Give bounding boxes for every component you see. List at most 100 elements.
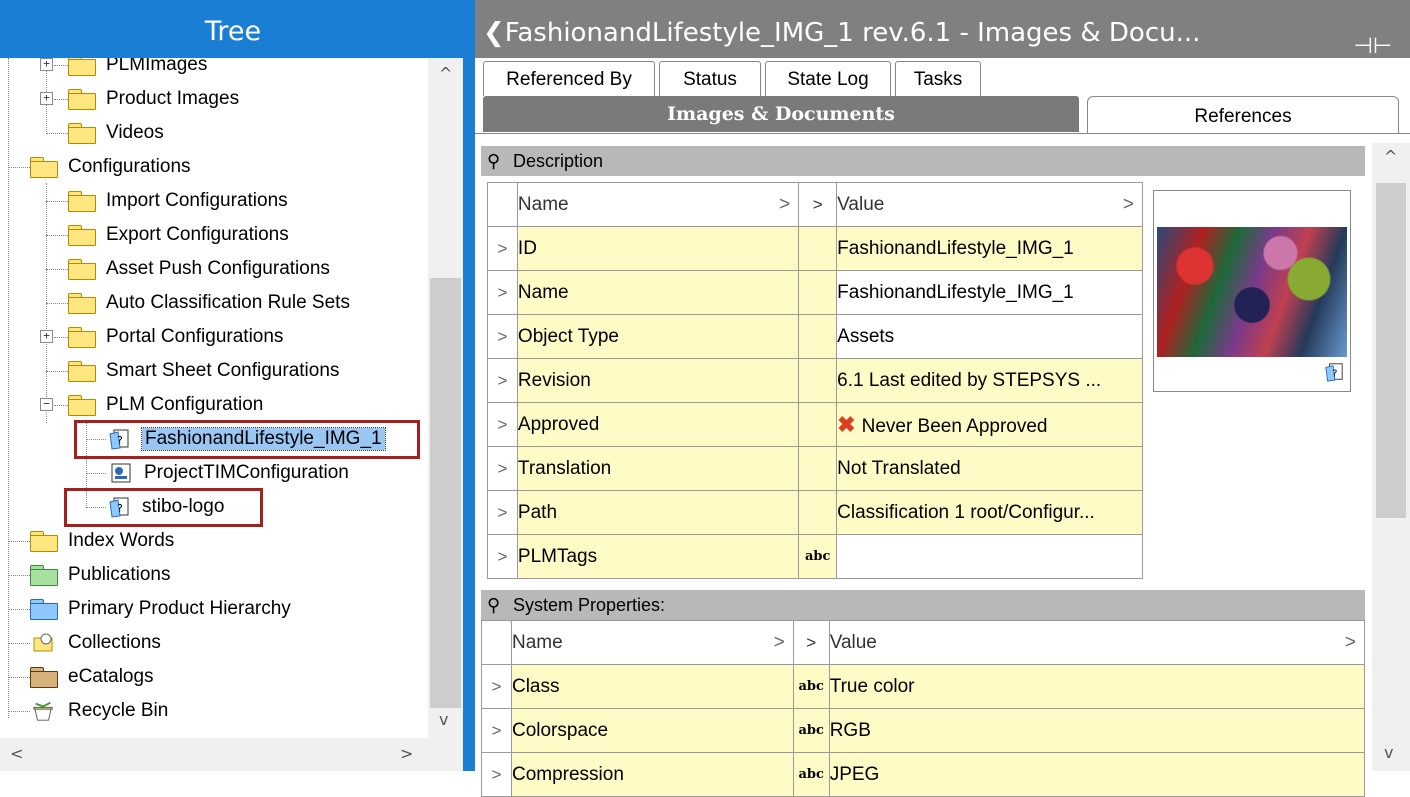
configuration-document-icon [111,463,131,483]
tab-referenced-by[interactable]: Referenced By [483,61,655,96]
property-value[interactable]: 6.1 Last edited by STEPSYS ... [836,358,1143,403]
panel-splitter[interactable] [463,0,475,771]
scroll-down-icon[interactable]: v [439,710,448,729]
tree-item-plmimages[interactable]: + PLMImages [0,58,428,82]
tree-vertical-scrollbar[interactable]: ^ v [428,58,463,738]
property-value[interactable]: Assets [836,314,1143,359]
folder-icon [68,191,96,212]
description-section-header[interactable]: ⚲ Description [481,146,1365,176]
tab-images-documents[interactable]: Images & Documents [483,96,1079,132]
scroll-down-icon[interactable]: v [1384,743,1393,762]
tree-item-configurations[interactable]: Configurations [0,150,428,184]
tree-item-portal-configurations[interactable]: + Portal Configurations [0,320,428,354]
property-value[interactable]: FashionandLifestyle_IMG_1 [836,270,1143,315]
property-value[interactable]: True color [828,664,1366,709]
table-row[interactable]: > Approved ✖ Never Been Approved [487,402,1143,447]
property-value[interactable]: Not Translated [836,446,1143,491]
table-row[interactable]: > Name FashionandLifestyle_IMG_1 [487,270,1143,315]
column-header-name[interactable]: Name > [516,182,800,227]
table-row[interactable]: > Path Classification 1 root/Configur... [487,490,1143,535]
property-value[interactable] [836,534,1143,579]
expand-plus-icon[interactable]: + [40,330,53,343]
tree-item-label: Primary Product Hierarchy [68,598,291,619]
property-value[interactable]: JPEG [828,752,1366,797]
pin-icon[interactable]: ⚲ [487,590,500,620]
tree-item-primary-product-hierarchy[interactable]: Primary Product Hierarchy [0,592,428,626]
property-name: Compression [510,752,794,797]
tree-horizontal-scrollbar[interactable]: < > [0,738,463,771]
pin-icon[interactable]: ⊣⊢ [1354,14,1392,80]
row-expand-icon[interactable]: > [487,314,518,359]
row-expand-icon[interactable]: > [487,446,518,491]
tree-item-recycle-bin[interactable]: Recycle Bin [0,694,428,728]
back-chevron-icon[interactable]: ❮ [483,18,505,48]
expand-plus-icon[interactable]: + [40,92,53,105]
tree-item-product-images[interactable]: + Product Images [0,82,428,116]
scroll-up-icon[interactable]: ^ [439,64,452,83]
tree-item-auto-classification-rule-sets[interactable]: Auto Classification Rule Sets [0,286,428,320]
editor-title: FashionandLifestyle_IMG_1 rev.6.1 - Imag… [504,18,1201,48]
row-expand-icon[interactable]: > [487,226,518,271]
pin-icon[interactable]: ⚲ [487,146,500,176]
editor-vertical-scrollbar[interactable]: ^ v [1372,143,1410,771]
scroll-right-icon[interactable]: > [400,744,413,763]
tree-item-ecatalogs[interactable]: eCatalogs [0,660,428,694]
tree-item-export-configurations[interactable]: Export Configurations [0,218,428,252]
column-header-value[interactable]: Value > [836,182,1143,227]
column-header-name[interactable]: Name > [510,620,794,665]
property-name: Name [516,270,800,315]
system-properties-section-header[interactable]: ⚲ System Properties: [481,590,1365,620]
table-row[interactable]: > PLMTags abc [487,534,1143,579]
row-expand-icon[interactable]: > [481,708,512,753]
text-type-abc-icon: abc [792,708,830,753]
chevron-right-icon[interactable]: > [798,182,838,227]
tab-state-log[interactable]: State Log [765,61,891,96]
tree-item-videos[interactable]: Videos [0,116,428,150]
expand-plus-icon[interactable]: + [40,58,53,71]
row-expand-icon[interactable]: > [487,270,518,315]
property-value[interactable]: RGB [828,708,1366,753]
tree-item-projecttimconfiguration[interactable]: ProjectTIMConfiguration [0,456,428,490]
tree-item-label: PLMImages [106,58,208,75]
tree-item-asset-push-configurations[interactable]: Asset Push Configurations [0,252,428,286]
scrollbar-thumb[interactable] [1376,183,1406,518]
tree-view[interactable]: + PLMImages + Product Images Videos Conf… [0,58,428,738]
row-expand-icon[interactable]: > [481,752,512,797]
row-expand-icon[interactable]: > [487,534,518,579]
tab-references[interactable]: References [1087,96,1399,134]
tree-item-collections[interactable]: Collections [0,626,428,660]
tree-item-publications[interactable]: Publications [0,558,428,592]
tree-title: Tree [0,0,466,58]
row-expand-icon[interactable]: > [487,490,518,535]
property-value[interactable]: ✖ Never Been Approved [836,402,1143,447]
tree-item-index-words[interactable]: Index Words [0,524,428,558]
scroll-up-icon[interactable]: ^ [1384,147,1397,166]
tab-tasks[interactable]: Tasks [895,61,981,96]
scrollbar-thumb[interactable] [430,278,461,708]
folder-icon [68,361,96,382]
scroll-left-icon[interactable]: < [10,744,23,763]
table-row[interactable]: > Translation Not Translated [487,446,1143,491]
tree-item-smart-sheet-configurations[interactable]: Smart Sheet Configurations [0,354,428,388]
column-header-value[interactable]: Value > [828,620,1366,665]
table-row[interactable]: > ID FashionandLifestyle_IMG_1 [487,226,1143,271]
property-name: Revision [516,358,800,403]
tree-item-import-configurations[interactable]: Import Configurations [0,184,428,218]
table-row[interactable]: > Revision 6.1 Last edited by STEPSYS ..… [487,358,1143,403]
table-row[interactable]: > Compression abc JPEG [481,752,1366,797]
table-row[interactable]: > Class abc True color [481,664,1366,709]
asset-preview-image [1157,227,1347,357]
tab-status[interactable]: Status [659,61,761,96]
property-value[interactable]: FashionandLifestyle_IMG_1 [836,226,1143,271]
row-expand-icon[interactable]: > [487,402,518,447]
tree-item-plm-configuration[interactable]: − PLM Configuration [0,388,428,422]
table-row[interactable]: > Object Type Assets [487,314,1143,359]
row-expand-icon[interactable]: > [487,358,518,403]
flag-cell [798,226,838,271]
property-value[interactable]: Classification 1 root/Configur... [836,490,1143,535]
chevron-right-icon[interactable]: > [792,620,830,665]
table-row[interactable]: > Colorspace abc RGB [481,708,1366,753]
row-expand-icon[interactable]: > [481,664,512,709]
collapse-minus-icon[interactable]: − [40,398,53,411]
asset-thumbnail[interactable]: ? [1153,190,1351,392]
